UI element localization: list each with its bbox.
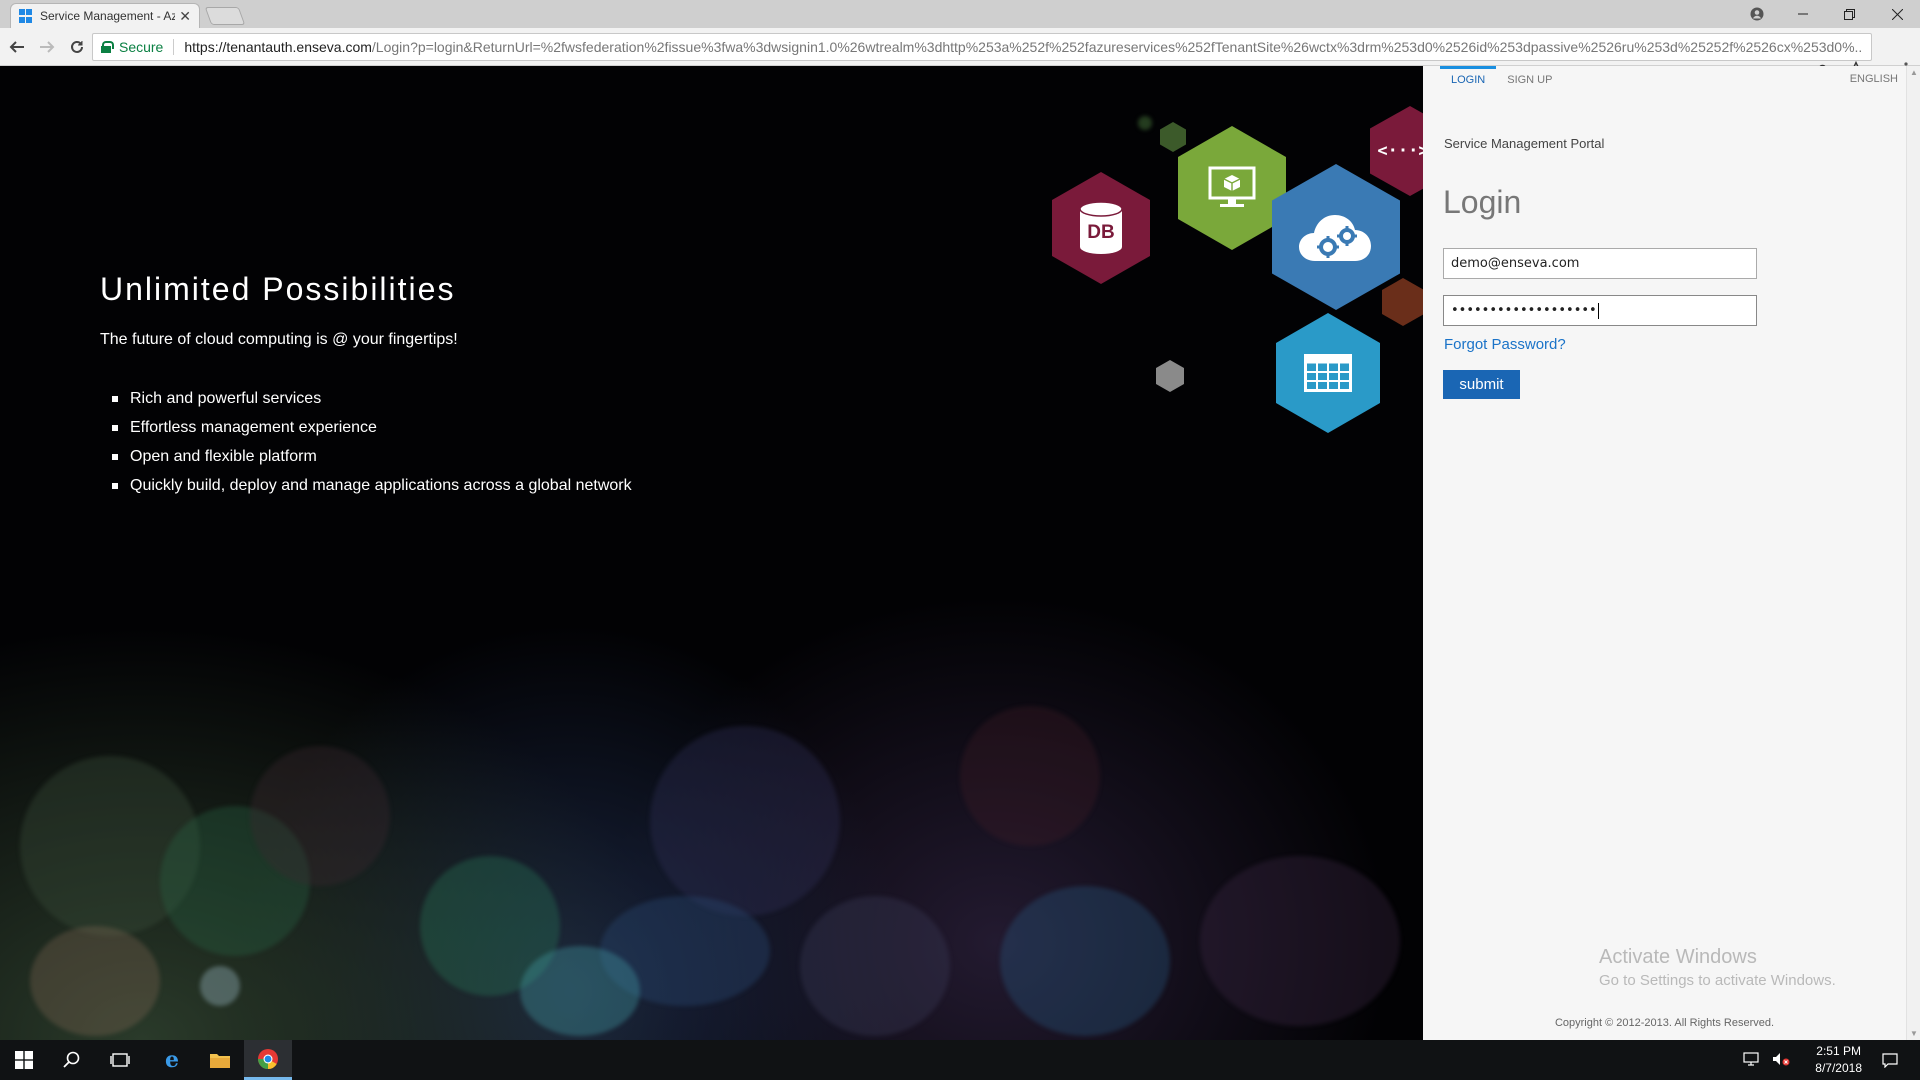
bokeh-light	[250, 746, 390, 886]
database-hex-icon: DB	[1052, 172, 1150, 284]
bullet-icon	[112, 395, 118, 402]
language-selector[interactable]: ENGLISH	[1850, 73, 1898, 85]
email-value: demo@enseva.com	[1451, 256, 1580, 271]
copyright-text: Copyright © 2012-2013. All Rights Reserv…	[1554, 1017, 1775, 1029]
bokeh-light	[650, 726, 840, 916]
bokeh-light	[30, 926, 160, 1036]
tab-login[interactable]: LOGIN	[1440, 66, 1497, 96]
forward-button[interactable]	[34, 34, 60, 60]
feature-text: Open and flexible platform	[130, 447, 317, 465]
address-bar[interactable]: Secure https://tenantauth.enseva.com /Lo…	[92, 33, 1872, 61]
small-gray-hex	[1156, 360, 1184, 392]
email-field[interactable]: demo@enseva.com	[1443, 248, 1757, 279]
forgot-password-link[interactable]: Forgot Password?	[1444, 336, 1566, 353]
windows-taskbar: e 2:51 PM 8/7/2018	[0, 1040, 1920, 1080]
feature-item: Quickly build, deploy and manage applica…	[112, 471, 632, 500]
edge-icon[interactable]: e	[148, 1040, 196, 1080]
auth-tabs: LOGIN SIGN UP	[1440, 66, 1563, 96]
browser-tab[interactable]: Service Management - Azure ✕	[10, 3, 200, 28]
password-value: •••••••••••••••••••	[1451, 303, 1597, 318]
feature-list: Rich and powerful services Effortless ma…	[112, 384, 632, 500]
api-hex-icon: <···>	[1370, 106, 1423, 196]
window-close-button[interactable]	[1874, 0, 1920, 28]
bokeh-light	[1200, 856, 1400, 1026]
url-separator	[173, 39, 175, 55]
feature-text: Quickly build, deploy and manage applica…	[130, 476, 632, 494]
restore-button[interactable]	[1826, 0, 1872, 28]
back-button[interactable]	[4, 34, 30, 60]
bokeh-light	[1000, 886, 1170, 1036]
browser-tab-strip: Service Management - Azure ✕	[0, 0, 1920, 28]
tab-title: Service Management - Azure	[40, 9, 176, 23]
reload-button[interactable]	[64, 34, 90, 60]
chrome-icon[interactable]	[244, 1040, 292, 1080]
table-storage-hex-icon	[1276, 313, 1380, 433]
url-path: /Login?p=login&ReturnUrl=%2fwsfederation…	[371, 39, 1864, 55]
browser-toolbar: Secure https://tenantauth.enseva.com /Lo…	[0, 28, 1920, 77]
login-panel: LOGIN SIGN UP ENGLISH Service Management…	[1423, 66, 1920, 1040]
bokeh-light	[960, 706, 1100, 846]
hero-title: Unlimited Possibilities	[100, 271, 456, 307]
scroll-up-icon[interactable]: ▲	[1910, 68, 1918, 77]
clock-time: 2:51 PM	[1816, 1044, 1861, 1058]
feature-text: Rich and powerful services	[130, 389, 322, 407]
bokeh-dot	[1138, 116, 1152, 130]
cloud-services-hex-icon	[1272, 164, 1400, 310]
secure-label: Secure	[118, 39, 164, 55]
hero-section: DB <··· Unlimited Possibilities The futu…	[0, 66, 1423, 1040]
bokeh-light	[200, 966, 240, 1006]
profile-icon[interactable]	[1734, 0, 1780, 28]
windows-favicon-icon	[19, 9, 33, 23]
activate-windows-title: Activate Windows	[1599, 946, 1757, 968]
hero-subtitle: The future of cloud computing is @ your …	[100, 331, 458, 348]
api-label: <···>	[1377, 141, 1423, 161]
bullet-icon	[112, 482, 118, 489]
windows-logo-icon[interactable]	[0, 1040, 48, 1080]
login-heading: Login	[1443, 184, 1522, 220]
bullet-icon	[112, 424, 118, 431]
db-label: DB	[1087, 222, 1114, 243]
volume-icon[interactable]	[1772, 1052, 1790, 1069]
submit-button[interactable]: submit	[1443, 370, 1520, 399]
new-tab-button[interactable]	[204, 7, 246, 25]
svg-text:e: e	[165, 1049, 179, 1071]
lock-icon	[101, 41, 114, 53]
feature-item: Effortless management experience	[112, 413, 632, 442]
panel-scrollbar[interactable]: ▲ ▼	[1906, 66, 1920, 1040]
bokeh-light	[520, 946, 640, 1036]
task-view-icon[interactable]	[96, 1040, 144, 1080]
small-brown-hex	[1382, 278, 1423, 326]
password-field[interactable]: •••••••••••••••••••	[1443, 295, 1757, 326]
virtual-machine-hex-icon	[1178, 126, 1286, 250]
tab-signup[interactable]: SIGN UP	[1496, 66, 1563, 96]
bullet-icon	[112, 453, 118, 460]
feature-item: Open and flexible platform	[112, 442, 632, 471]
activate-windows-subtitle: Go to Settings to activate Windows.	[1599, 972, 1836, 989]
feature-text: Effortless management experience	[130, 418, 377, 436]
minimize-button[interactable]	[1780, 0, 1826, 28]
text-caret	[1597, 302, 1599, 319]
system-tray	[1742, 1040, 1790, 1080]
system-clock[interactable]: 2:51 PM 8/7/2018	[1815, 1043, 1862, 1077]
scroll-down-icon[interactable]: ▼	[1910, 1029, 1918, 1038]
portal-title: Service Management Portal	[1444, 136, 1605, 151]
page-content: DB <··· Unlimited Possibilities The futu…	[0, 66, 1920, 1040]
file-explorer-icon[interactable]	[196, 1040, 244, 1080]
notification-icon[interactable]	[1870, 1040, 1910, 1080]
feature-item: Rich and powerful services	[112, 384, 632, 413]
small-green-hex	[1160, 122, 1186, 152]
search-icon[interactable]	[48, 1040, 96, 1080]
url-host: https://tenantauth.enseva.com	[184, 39, 372, 55]
bokeh-light	[800, 896, 950, 1036]
tab-close-icon[interactable]: ✕	[179, 8, 191, 25]
network-icon[interactable]	[1742, 1051, 1760, 1069]
clock-date: 8/7/2018	[1815, 1061, 1862, 1075]
